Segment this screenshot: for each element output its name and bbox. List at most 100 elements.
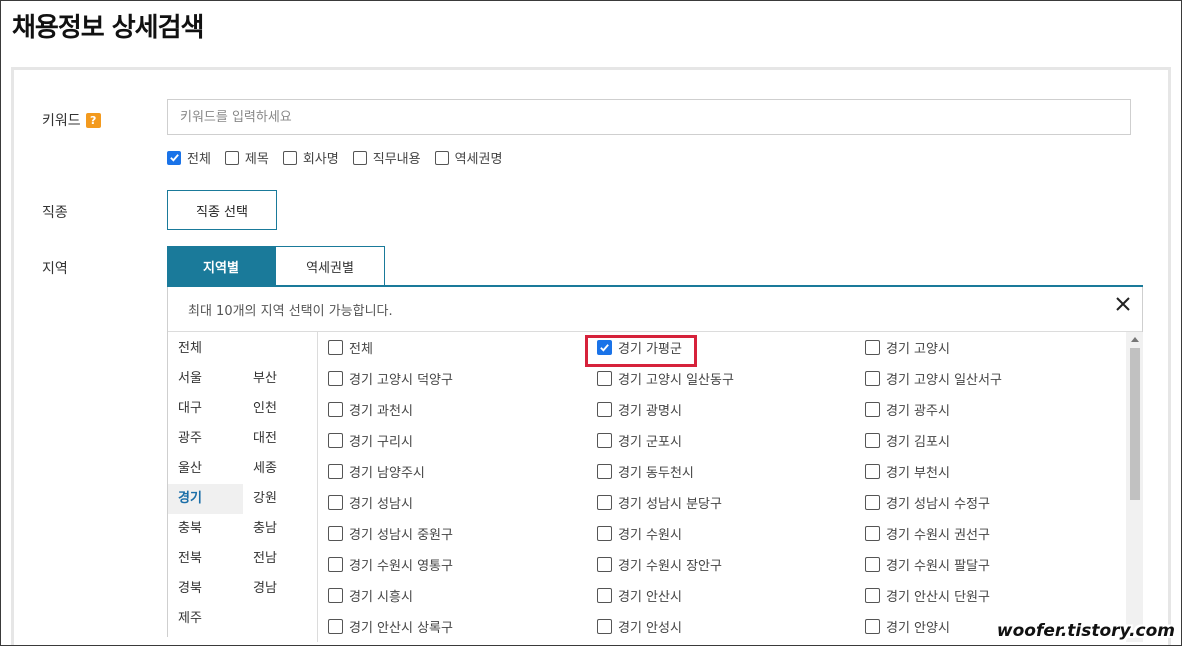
sigungu-item[interactable]: 경기 광명시 <box>597 400 682 419</box>
sigungu-item[interactable]: 경기 고양시 일산동구 <box>597 369 734 388</box>
scroll-up-icon[interactable] <box>1126 332 1143 346</box>
checkbox[interactable] <box>328 433 343 448</box>
sigungu-item[interactable]: 경기 구리시 <box>328 431 413 450</box>
sido-item[interactable]: 전남 <box>243 544 318 574</box>
tab-station-area[interactable]: 역세권별 <box>275 246 385 286</box>
sigungu-item[interactable]: 경기 고양시 덕양구 <box>328 369 453 388</box>
sido-item[interactable]: 충남 <box>243 514 318 544</box>
checkbox[interactable] <box>597 433 612 448</box>
sido-item[interactable]: 인천 <box>243 394 318 424</box>
sido-item[interactable]: 경남 <box>243 574 318 604</box>
sido-item[interactable]: 충북 <box>168 514 243 544</box>
sigungu-item[interactable]: 경기 성남시 분당구 <box>597 493 722 512</box>
checkbox[interactable] <box>597 464 612 479</box>
sido-item[interactable]: 세종 <box>243 454 318 484</box>
checkbox[interactable] <box>328 340 343 355</box>
sigungu-item[interactable]: 경기 군포시 <box>597 431 682 450</box>
sido-item[interactable]: 부산 <box>243 364 318 394</box>
checkbox[interactable] <box>597 619 612 634</box>
checkbox[interactable] <box>328 557 343 572</box>
sigungu-item[interactable]: 경기 성남시 <box>328 493 413 512</box>
sigungu-item[interactable]: 전체 <box>328 338 373 357</box>
sigungu-item[interactable]: 경기 과천시 <box>328 400 413 419</box>
checkbox[interactable] <box>282 150 297 165</box>
sigungu-item[interactable]: 경기 안산시 단원구 <box>865 586 990 605</box>
scroll-thumb[interactable] <box>1130 348 1140 500</box>
sido-item[interactable]: 전체 <box>168 334 243 364</box>
checkbox[interactable] <box>328 371 343 386</box>
sigungu-item[interactable]: 경기 광주시 <box>865 400 950 419</box>
sigungu-item[interactable]: 경기 성남시 중원구 <box>328 524 453 543</box>
checkbox[interactable] <box>328 526 343 541</box>
sigungu-item[interactable]: 경기 고양시 <box>865 338 950 357</box>
checkbox[interactable] <box>865 495 880 510</box>
sigungu-item[interactable]: 경기 수원시 <box>597 524 682 543</box>
sido-item[interactable]: 제주 <box>168 604 243 634</box>
keyword-input[interactable] <box>167 99 1131 135</box>
sido-item[interactable]: 전북 <box>168 544 243 574</box>
checkbox[interactable] <box>597 402 612 417</box>
sigungu-item[interactable]: 경기 수원시 팔달구 <box>865 555 990 574</box>
checkbox[interactable] <box>597 557 612 572</box>
checkbox[interactable] <box>328 588 343 603</box>
scrollbar[interactable] <box>1126 332 1143 642</box>
sigungu-item[interactable]: 경기 고양시 일산서구 <box>865 369 1002 388</box>
sido-item[interactable]: 강원 <box>243 484 318 514</box>
checkbox[interactable] <box>597 526 612 541</box>
sigungu-item[interactable]: 경기 수원시 영통구 <box>328 555 453 574</box>
checkbox[interactable] <box>328 402 343 417</box>
sido-item[interactable]: 대구 <box>168 394 243 424</box>
checkbox[interactable] <box>597 371 612 386</box>
sigungu-item[interactable]: 경기 안양시 <box>865 617 950 636</box>
checkbox[interactable] <box>865 371 880 386</box>
keyword-option[interactable]: 전체 <box>167 148 211 167</box>
sigungu-item[interactable]: 경기 동두천시 <box>597 462 694 481</box>
checkbox[interactable] <box>597 340 612 355</box>
checkbox[interactable] <box>597 588 612 603</box>
sigungu-item[interactable]: 경기 수원시 권선구 <box>865 524 990 543</box>
checkbox[interactable] <box>328 464 343 479</box>
keyword-option[interactable]: 역세권명 <box>434 148 502 167</box>
sigungu-item[interactable]: 경기 김포시 <box>865 431 950 450</box>
sido-item[interactable]: 경기 <box>168 484 243 514</box>
checkbox[interactable] <box>865 619 880 634</box>
checkbox[interactable] <box>865 433 880 448</box>
keyword-option[interactable]: 회사명 <box>282 148 339 167</box>
sigungu-label: 경기 시흥시 <box>349 590 413 605</box>
checkbox[interactable] <box>865 402 880 417</box>
sigungu-item[interactable]: 경기 남양주시 <box>328 462 425 481</box>
close-icon[interactable] <box>1112 293 1134 315</box>
sigungu-item[interactable]: 경기 안성시 <box>597 617 682 636</box>
sigungu-item[interactable]: 경기 성남시 수정구 <box>865 493 990 512</box>
sigungu-item[interactable]: 경기 안산시 <box>597 586 682 605</box>
sido-item[interactable]: 경북 <box>168 574 243 604</box>
sido-item[interactable]: 광주 <box>168 424 243 454</box>
keyword-option[interactable]: 직무내용 <box>352 148 421 167</box>
sigungu-item[interactable]: 경기 시흥시 <box>328 586 413 605</box>
checkbox[interactable] <box>597 495 612 510</box>
help-icon[interactable]: ? <box>85 113 101 128</box>
checkbox[interactable] <box>865 340 880 355</box>
keyword-option-label: 회사명 <box>302 152 339 167</box>
sido-item[interactable]: 울산 <box>168 454 243 484</box>
checkbox[interactable] <box>434 150 449 165</box>
checkbox[interactable] <box>328 619 343 634</box>
tab-region[interactable]: 지역별 <box>167 246 275 286</box>
sigungu-item[interactable]: 경기 수원시 장안구 <box>597 555 722 574</box>
sido-item[interactable]: 서울 <box>168 364 243 394</box>
checkbox[interactable] <box>352 150 367 165</box>
sigungu-item[interactable]: 경기 부천시 <box>865 462 950 481</box>
sido-item[interactable]: 대전 <box>243 424 318 454</box>
sigungu-label: 경기 광주시 <box>886 404 950 419</box>
checkbox[interactable] <box>328 495 343 510</box>
checkbox[interactable] <box>224 150 239 165</box>
checkbox[interactable] <box>167 150 181 165</box>
checkbox[interactable] <box>865 526 880 541</box>
checkbox[interactable] <box>865 464 880 479</box>
checkbox[interactable] <box>865 588 880 603</box>
sigungu-item[interactable]: 경기 가평군 <box>597 338 682 357</box>
sigungu-item[interactable]: 경기 안산시 상록구 <box>328 617 453 636</box>
checkbox[interactable] <box>865 557 880 572</box>
job-select-button[interactable]: 직종 선택 <box>167 190 277 230</box>
keyword-option[interactable]: 제목 <box>224 148 269 167</box>
